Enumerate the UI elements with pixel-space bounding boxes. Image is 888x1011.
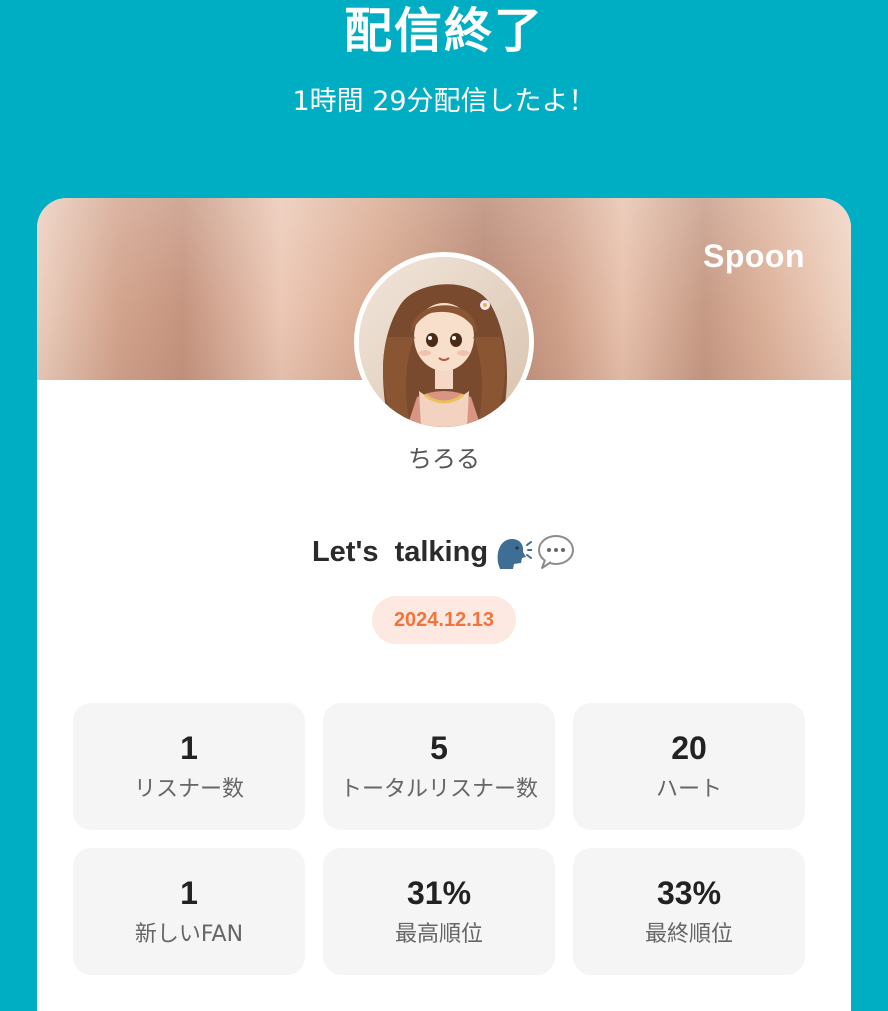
stat-label: 新しいFAN [134,921,244,947]
stat-listeners: 1 リスナー数 [73,703,305,830]
summary-card: Spoon ちろる Let's talking 2024.12.13 1 リスナ… [37,198,851,1011]
stats-grid: 1 リスナー数 5 トータルリスナー数 20 ハート 1 新しいFAN 31% … [73,703,805,975]
stat-label: リスナー数 [133,776,244,802]
stat-value: 5 [430,729,448,766]
broadcast-end-screen: 配信終了 1時間 29分配信したよ！ Spoon ちろる Let's talki… [0,0,888,1011]
stat-final-rank: 33% 最終順位 [573,848,805,975]
stat-label: 最高順位 [394,921,483,947]
stat-value: 1 [180,874,198,911]
date-badge: 2024.12.13 [372,596,516,644]
stat-value: 20 [671,729,707,766]
stat-value: 31% [406,874,472,911]
stat-label: トータルリスナー数 [339,776,538,802]
stat-best-rank: 31% 最高順位 [323,848,555,975]
stat-value: 1 [180,729,198,766]
avatar-illustration [359,257,529,427]
stat-hearts: 20 ハート [573,703,805,830]
live-title-text: Let's talking [311,536,489,568]
speaking-head-icon [497,539,533,569]
username: ちろる [408,445,480,473]
stat-label: ハート [655,776,722,802]
brand-logo: Spoon [702,238,805,274]
stat-total-listeners: 5 トータルリスナー数 [323,703,555,830]
stat-new-fans: 1 新しいFAN [73,848,305,975]
broadcast-duration: 1時間 29分配信したよ！ [292,86,596,117]
speech-balloon-icon [538,535,575,569]
avatar [354,252,534,432]
stat-value: 33% [656,874,722,911]
live-title: Let's talking [37,532,851,572]
page-title: 配信終了 [343,3,544,59]
stat-label: 最終順位 [644,921,733,947]
